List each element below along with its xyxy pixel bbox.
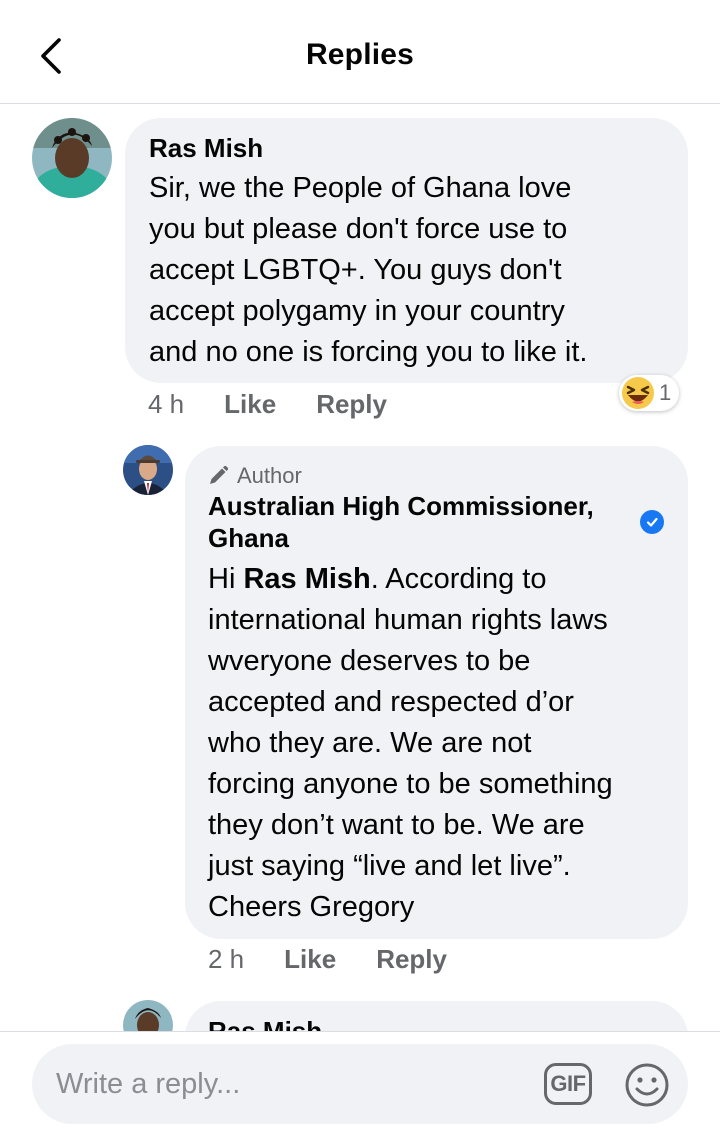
avatar-ras-mish[interactable] (32, 118, 112, 198)
author-badge: Author (207, 462, 302, 490)
pencil-icon (210, 465, 229, 484)
reply-composer: GIF (32, 1044, 688, 1124)
author-reply-bubble[interactable]: Author Australian High Commissioner, Gha… (185, 446, 688, 939)
comment-timestamp[interactable]: 4 h (148, 389, 184, 420)
reply-composer-bar: GIF (0, 1031, 720, 1131)
comment-author[interactable]: Ras Mish (149, 132, 263, 164)
comment-author[interactable]: Ras Mish (208, 1015, 322, 1031)
comment-bubble[interactable]: Ras Mish (185, 1001, 688, 1031)
page-title: Replies (305, 38, 415, 71)
verified-badge-icon (640, 510, 664, 534)
comment-actions: 2 h Like Reply (208, 944, 447, 975)
comment-bubble[interactable]: Ras Mish Sir, we the People of Ghana lov… (125, 118, 688, 383)
top-bar: Replies (0, 0, 720, 104)
comment-actions: 4 h Like Reply (148, 389, 387, 420)
reaction-count-label: 1 (659, 380, 672, 405)
replies-thread[interactable]: Ras Mish Sir, we the People of Ghana lov… (0, 105, 720, 1031)
comment-author[interactable]: Australian High Commissioner, Ghana (208, 490, 628, 554)
comment-timestamp[interactable]: 2 h (208, 944, 244, 975)
mention-ras-mish[interactable]: Ras Mish (243, 563, 370, 595)
like-button[interactable]: Like (284, 944, 336, 975)
reply-button[interactable]: Reply (316, 389, 387, 420)
comment-text: Sir, we the People of Ghana love you but… (149, 172, 588, 368)
avatar-australian-high-commissioner[interactable] (123, 445, 173, 495)
smiley-face-icon[interactable] (624, 1062, 670, 1108)
avatar-ras-mish[interactable] (123, 1000, 173, 1031)
gif-button[interactable]: GIF (544, 1063, 592, 1105)
reaction-count[interactable]: 1 (619, 375, 680, 411)
like-button[interactable]: Like (224, 389, 276, 420)
author-badge-label: Author (237, 463, 302, 488)
reply-input[interactable] (56, 1060, 516, 1108)
comment-text: Hi Ras Mish. According to international … (208, 563, 613, 923)
laughing-emoji-icon (622, 377, 654, 409)
reply-button[interactable]: Reply (376, 944, 447, 975)
